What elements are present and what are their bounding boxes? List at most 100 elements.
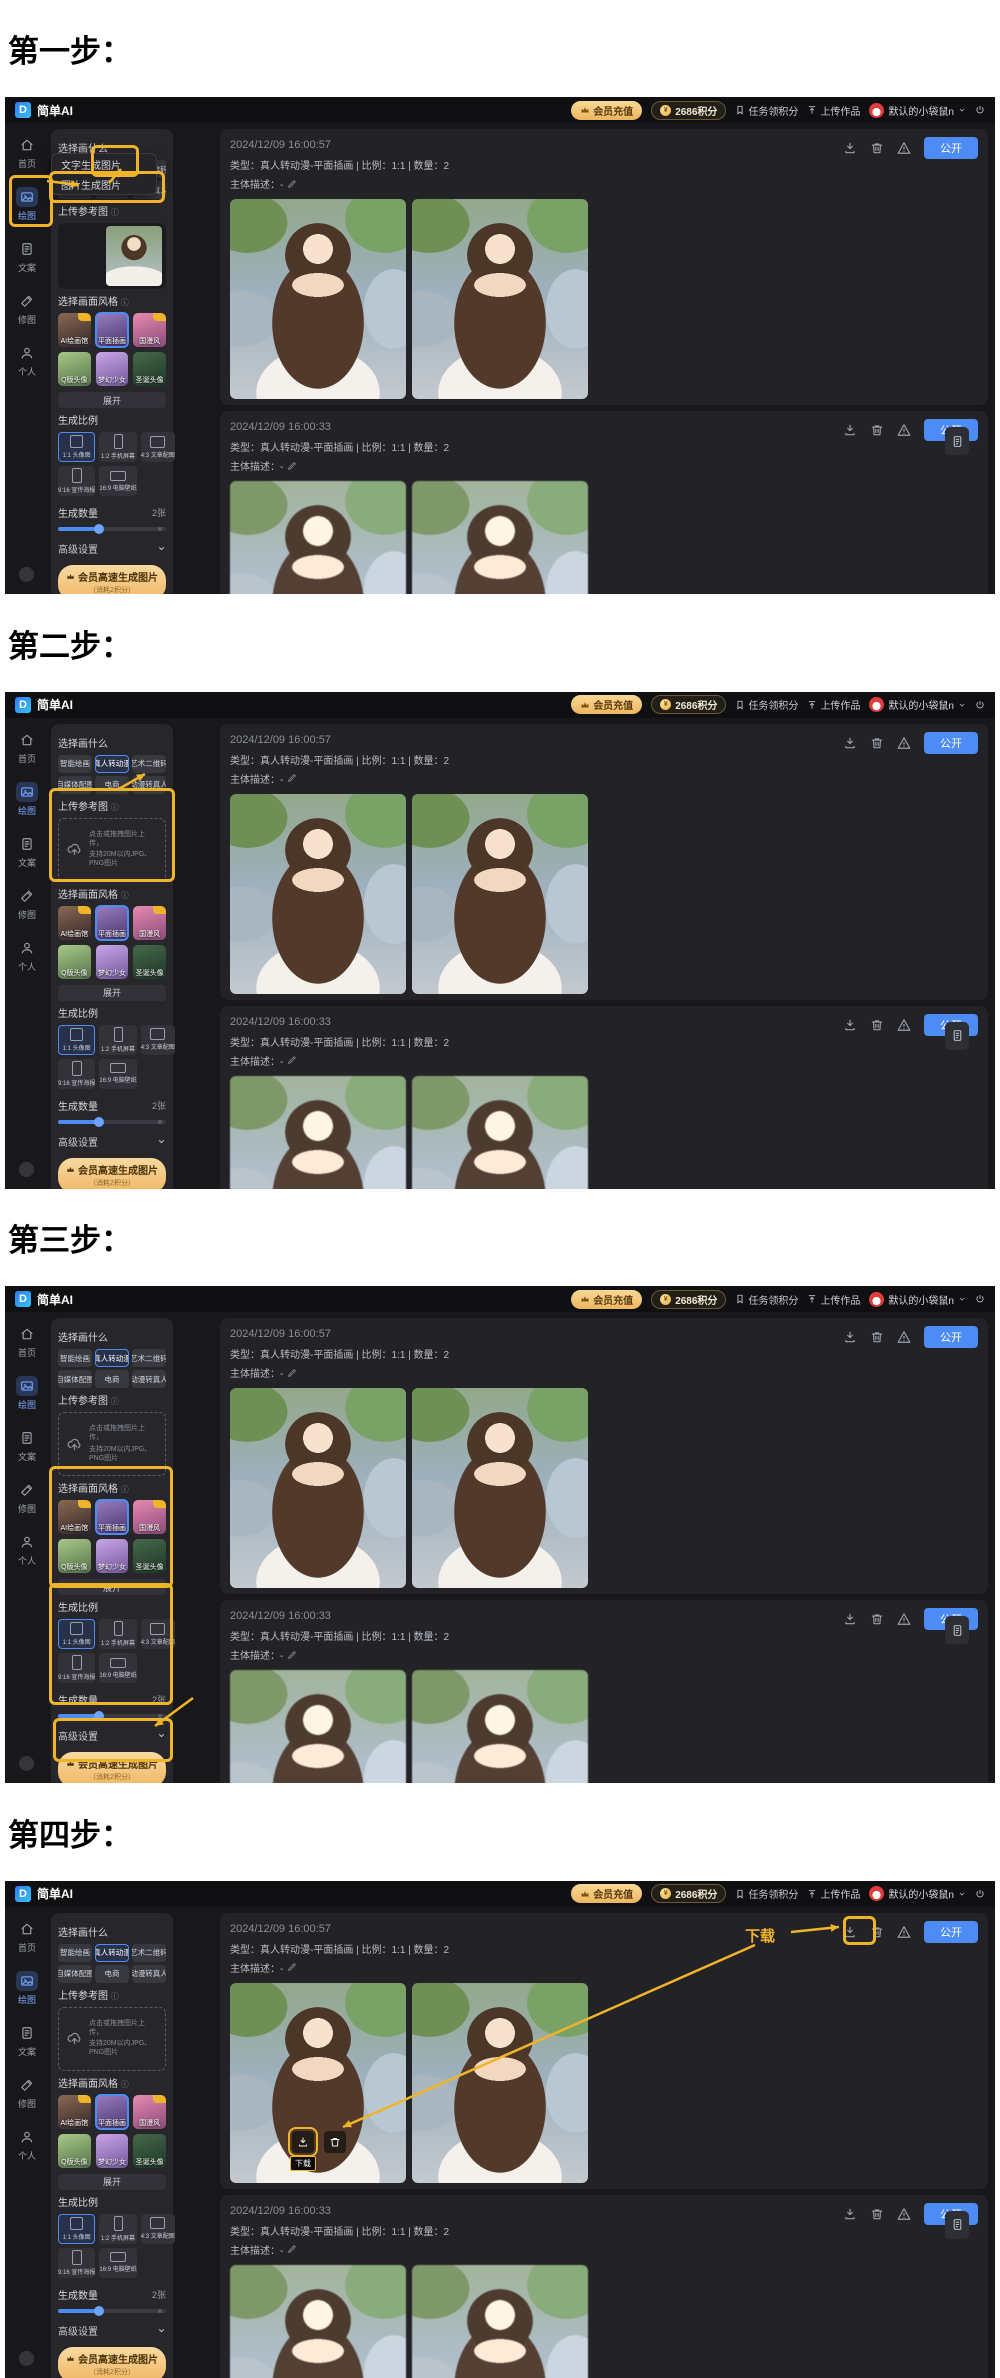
generated-image[interactable]: [412, 2265, 588, 2378]
feature-ecommerce[interactable]: 电商: [95, 1965, 129, 1983]
feature-ecommerce[interactable]: 电商: [95, 776, 129, 794]
report-icon[interactable]: [897, 423, 911, 437]
count-slider[interactable]: [58, 527, 166, 531]
generate-button[interactable]: 会员高速生成图片 （消耗2积分）: [58, 565, 166, 594]
edit-icon[interactable]: [287, 1055, 297, 1065]
sidebar-item-home[interactable]: 首页: [16, 135, 38, 170]
style-option-selected[interactable]: 平面插画: [96, 313, 129, 347]
popup-item-image-to-image[interactable]: 图片生成图片: [52, 174, 156, 194]
slider-thumb[interactable]: [94, 524, 104, 534]
advanced-settings-toggle[interactable]: 高级设置: [58, 1134, 166, 1149]
style-option[interactable]: 梦幻少女: [96, 2134, 129, 2168]
sidebar-item-copywriting[interactable]: 文案: [16, 1428, 38, 1463]
style-option[interactable]: 国漫风: [133, 313, 166, 347]
ratio-16-9[interactable]: 16:9 电脑壁纸: [99, 1653, 136, 1683]
edit-icon[interactable]: [287, 773, 297, 783]
sidebar-item-home[interactable]: 首页: [16, 1919, 38, 1954]
style-option[interactable]: AI绘画馆: [58, 313, 91, 347]
generated-image[interactable]: [230, 794, 406, 994]
delete-icon[interactable]: [870, 1612, 884, 1626]
style-option-selected[interactable]: 平面插画: [96, 2095, 129, 2129]
ratio-4-3[interactable]: 4:3 文章配图: [141, 2214, 175, 2244]
slider-thumb[interactable]: [94, 1117, 104, 1127]
user-menu[interactable]: 默认的小袋鼠n: [869, 697, 966, 712]
sidebar-item-copywriting[interactable]: 文案: [16, 834, 38, 869]
ratio-1-2[interactable]: 1:2 手机屏幕: [99, 1025, 136, 1055]
feature-ecommerce[interactable]: 电商: [95, 1370, 129, 1388]
feature-anime-to-real[interactable]: 动漫转真人: [132, 1370, 166, 1388]
report-icon[interactable]: [897, 1330, 911, 1344]
style-option[interactable]: 圣诞头像: [133, 352, 166, 386]
edit-icon[interactable]: [287, 1368, 297, 1378]
upload-work-button[interactable]: 上传作品: [807, 697, 860, 712]
logout-button[interactable]: [975, 1294, 985, 1304]
delete-icon[interactable]: [870, 1018, 884, 1032]
delete-icon[interactable]: [870, 1330, 884, 1344]
logout-button[interactable]: [975, 700, 985, 710]
delete-icon[interactable]: [870, 2207, 884, 2221]
generate-button[interactable]: 会员高速生成图片 （消耗2积分）: [58, 1752, 166, 1783]
ratio-4-3[interactable]: 4:3 文章配图: [141, 432, 175, 462]
ratio-1-1[interactable]: 1:1 头像图: [58, 2214, 95, 2244]
report-icon[interactable]: [897, 2207, 911, 2221]
generated-image[interactable]: [412, 1670, 588, 1783]
style-option-selected[interactable]: 平面插画: [96, 906, 129, 940]
ratio-1-1[interactable]: 1:1 头像图: [58, 432, 95, 462]
sidebar-item-profile[interactable]: 个人: [16, 1532, 38, 1567]
advanced-settings-toggle[interactable]: 高级设置: [58, 541, 166, 556]
download-icon[interactable]: [843, 2207, 857, 2221]
upload-work-button[interactable]: 上传作品: [807, 1292, 860, 1307]
tutorial-widget[interactable]: [945, 427, 969, 455]
sidebar-item-retouch[interactable]: 修图: [16, 2075, 38, 2110]
tasks-button[interactable]: 任务领积分: [735, 103, 798, 118]
sidebar-item-profile[interactable]: 个人: [16, 343, 38, 378]
vip-recharge-button[interactable]: 会员充值: [571, 1290, 642, 1309]
expand-styles-button[interactable]: 展开: [58, 392, 166, 408]
edit-icon[interactable]: [287, 461, 297, 471]
style-option[interactable]: AI绘画馆: [58, 1500, 91, 1534]
delete-icon[interactable]: [870, 423, 884, 437]
sidebar-item-copywriting[interactable]: 文案: [16, 2023, 38, 2058]
report-icon[interactable]: [897, 141, 911, 155]
generated-image[interactable]: [412, 1076, 588, 1189]
style-option[interactable]: Q版头像: [58, 945, 91, 979]
publish-button[interactable]: 公开: [924, 1326, 978, 1348]
tasks-button[interactable]: 任务领积分: [735, 1886, 798, 1901]
generate-button[interactable]: 会员高速生成图片 （消耗2积分）: [58, 2347, 166, 2378]
feature-smart-draw[interactable]: 智能绘画: [58, 755, 92, 773]
credits-badge[interactable]: ¥2686积分: [651, 695, 726, 714]
download-icon[interactable]: [843, 1612, 857, 1626]
popup-item-text-to-image[interactable]: 文字生成图片: [52, 154, 156, 174]
feature-real-to-anime[interactable]: 真人转动漫: [95, 755, 129, 773]
expand-styles-button[interactable]: 展开: [58, 985, 166, 1001]
feature-smart-draw[interactable]: 智能绘画: [58, 1349, 92, 1367]
delete-icon[interactable]: [870, 736, 884, 750]
logout-button[interactable]: [975, 1889, 985, 1899]
style-option[interactable]: 圣诞头像: [133, 1539, 166, 1573]
feature-real-to-anime[interactable]: 真人转动漫: [95, 1349, 129, 1367]
feature-art-qrcode[interactable]: 艺术二维码: [132, 1944, 166, 1962]
style-option[interactable]: 国漫风: [133, 2095, 166, 2129]
expand-styles-button[interactable]: 展开: [58, 1579, 166, 1595]
download-icon[interactable]: [843, 141, 857, 155]
download-icon[interactable]: [843, 423, 857, 437]
feature-anime-to-real[interactable]: 动漫转真人: [132, 1965, 166, 1983]
user-menu[interactable]: 默认的小袋鼠n: [869, 1292, 966, 1307]
count-slider[interactable]: [58, 1714, 166, 1718]
generated-image[interactable]: [412, 794, 588, 994]
generated-image[interactable]: [412, 199, 588, 399]
feature-media-image[interactable]: 自媒体配图: [58, 1370, 92, 1388]
style-option[interactable]: Q版头像: [58, 2134, 91, 2168]
style-option[interactable]: AI绘画馆: [58, 2095, 91, 2129]
advanced-settings-toggle[interactable]: 高级设置: [58, 2323, 166, 2338]
generated-image[interactable]: [412, 481, 588, 594]
sidebar-item-home[interactable]: 首页: [16, 1324, 38, 1359]
feature-media-image[interactable]: 自媒体配图: [58, 776, 92, 794]
ratio-1-2[interactable]: 1:2 手机屏幕: [99, 432, 136, 462]
ratio-4-3[interactable]: 4:3 文章配图: [141, 1025, 175, 1055]
style-option[interactable]: 梦幻少女: [96, 945, 129, 979]
user-menu[interactable]: 默认的小袋鼠n: [869, 103, 966, 118]
edit-icon[interactable]: [287, 1962, 297, 1972]
style-option[interactable]: 国漫风: [133, 906, 166, 940]
feature-real-to-anime[interactable]: 真人转动漫: [95, 1944, 129, 1962]
